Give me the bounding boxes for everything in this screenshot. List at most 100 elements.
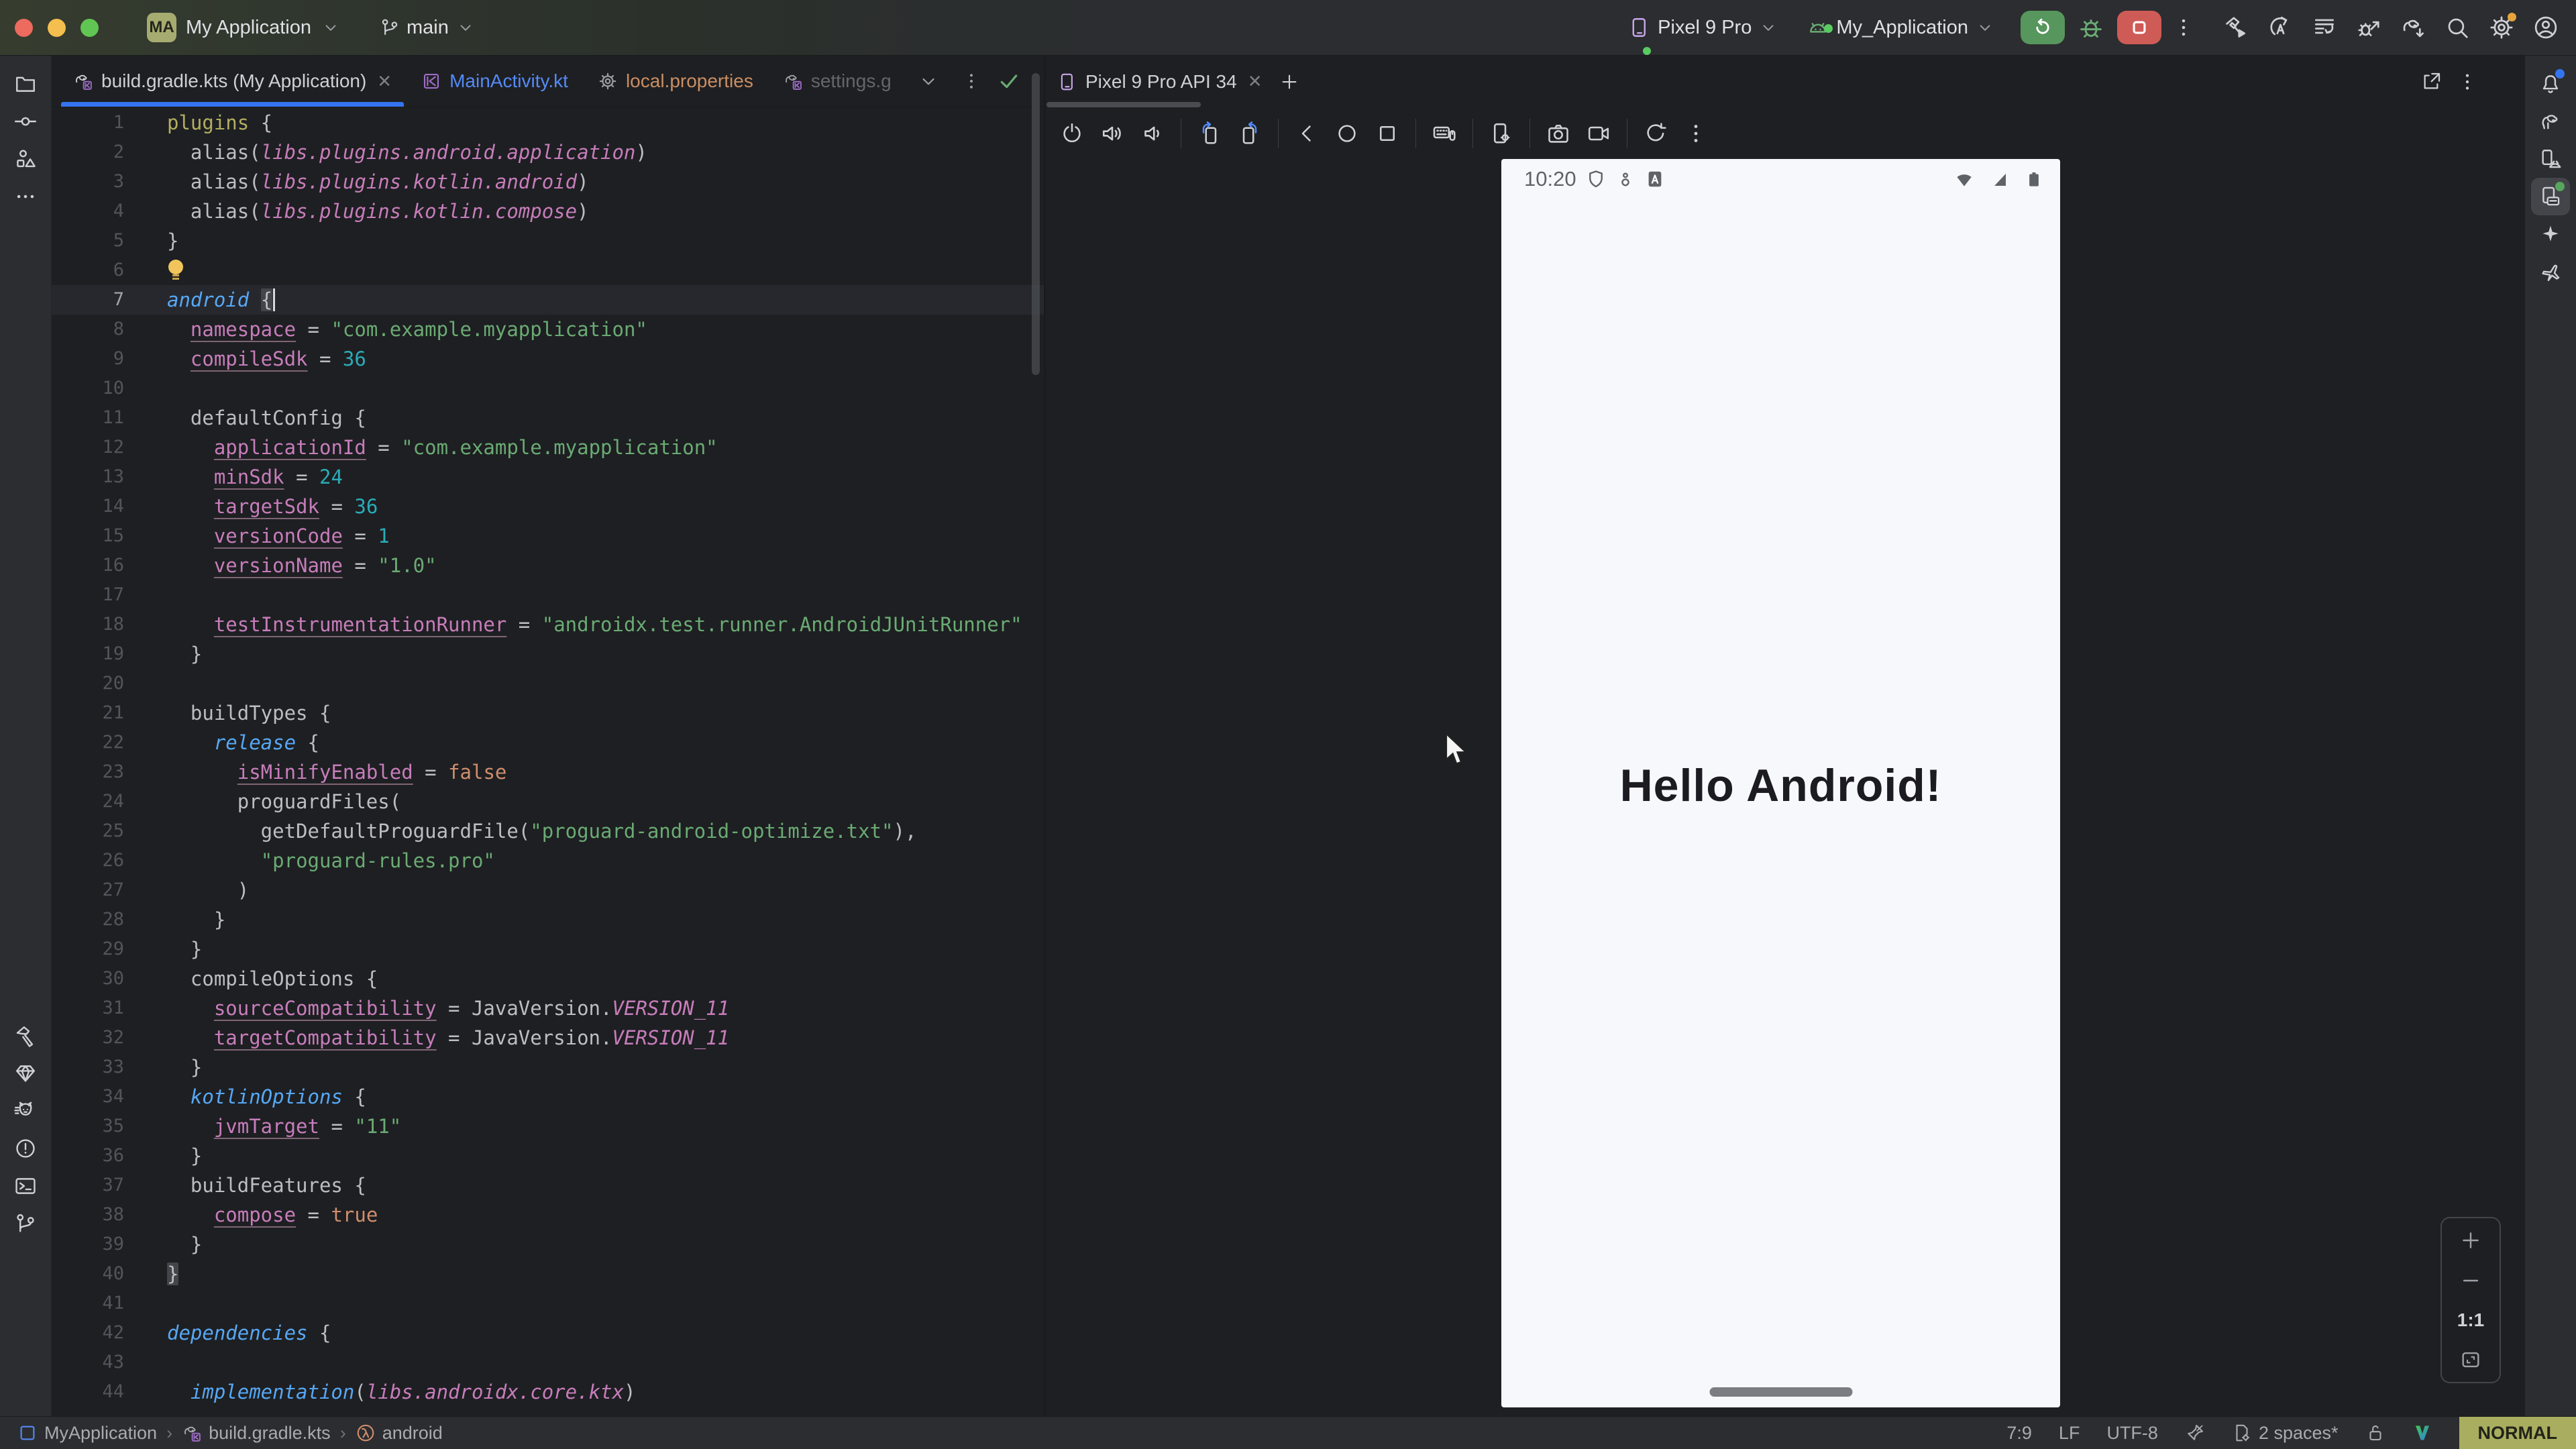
tool-window-problems[interactable]	[6, 1130, 45, 1167]
code-line-27[interactable]: 27 )	[52, 875, 1044, 905]
code-line-18[interactable]: 18 testInstrumentationRunner = "androidx…	[52, 610, 1044, 639]
hidden-tabs-chevron-icon[interactable]	[912, 71, 945, 91]
settings-button[interactable]	[2489, 15, 2514, 40]
code-line-42[interactable]: 42dependencies {	[52, 1318, 1044, 1348]
stop-button[interactable]	[2117, 11, 2161, 44]
editor-tab-build.gradle.kts[interactable]: build.gradle.kts (My Application)✕	[58, 56, 407, 107]
code-line-30[interactable]: 30 compileOptions {	[52, 964, 1044, 994]
run-kebab-menu[interactable]	[2172, 16, 2195, 39]
window-minimize-button[interactable]	[48, 19, 66, 37]
code-line-23[interactable]: 23 isMinifyEnabled = false	[52, 757, 1044, 787]
kebab-icon[interactable]	[2457, 71, 2478, 93]
account-button[interactable]	[2533, 15, 2559, 40]
emulator-screen[interactable]: 10:20 Hello Android!	[1501, 159, 2060, 1407]
run-config-selector[interactable]: My_Application	[1807, 16, 1994, 39]
code-editor[interactable]: 1plugins {2 alias(libs.plugins.android.a…	[52, 108, 1044, 1417]
tool-window-notifications[interactable]	[2531, 65, 2570, 103]
code-line-6[interactable]: 6	[52, 256, 1044, 285]
fit-to-window-button[interactable]	[2459, 1348, 2482, 1371]
tool-window-assistant[interactable]	[2531, 253, 2570, 290]
code-line-12[interactable]: 12 applicationId = "com.example.myapplic…	[52, 433, 1044, 462]
code-line-24[interactable]: 24 proguardFiles(	[52, 787, 1044, 816]
code-line-2[interactable]: 2 alias(libs.plugins.android.application…	[52, 138, 1044, 167]
code-line-36[interactable]: 36 }	[52, 1141, 1044, 1171]
code-line-35[interactable]: 35 jvmTarget = "11"	[52, 1112, 1044, 1141]
caret-position[interactable]: 7:9	[2006, 1423, 2032, 1444]
code-line-4[interactable]: 4 alias(libs.plugins.kotlin.compose)	[52, 197, 1044, 226]
volume-up-button[interactable]	[1095, 116, 1130, 151]
code-line-20[interactable]: 20	[52, 669, 1044, 698]
window-zoom-button[interactable]	[80, 19, 99, 37]
minimize-icon[interactable]	[2493, 71, 2514, 93]
code-line-22[interactable]: 22 release {	[52, 728, 1044, 757]
apply-changes-button[interactable]	[2267, 15, 2293, 40]
apply-code-changes-button[interactable]	[2312, 15, 2337, 40]
home-button[interactable]	[1330, 116, 1364, 151]
ideavim-icon[interactable]	[2412, 1423, 2432, 1443]
file-encoding[interactable]: UTF-8	[2106, 1423, 2158, 1444]
zoom-ratio-button[interactable]: 1:1	[2457, 1309, 2484, 1331]
rerun-button[interactable]	[2021, 11, 2065, 44]
tab-scroll-indicator[interactable]	[1046, 102, 1201, 107]
code-line-28[interactable]: 28 }	[52, 905, 1044, 934]
code-line-15[interactable]: 15 versionCode = 1	[52, 521, 1044, 551]
code-line-25[interactable]: 25 getDefaultProguardFile("proguard-andr…	[52, 816, 1044, 846]
code-line-29[interactable]: 29 }	[52, 934, 1044, 964]
code-line-41[interactable]: 41	[52, 1289, 1044, 1318]
code-line-38[interactable]: 38 compose = true	[52, 1200, 1044, 1230]
overview-button[interactable]	[1370, 116, 1405, 151]
editor-tab-settings.g[interactable]: settings.g	[768, 56, 906, 107]
tool-window-project[interactable]	[6, 65, 45, 103]
back-button[interactable]	[1289, 116, 1324, 151]
breadcrumb-build.gradle.kts[interactable]: build.gradle.kts	[182, 1423, 331, 1444]
code-line-33[interactable]: 33 }	[52, 1053, 1044, 1082]
tool-window-device-manager[interactable]	[2531, 140, 2570, 178]
screenshot-button[interactable]	[1541, 116, 1576, 151]
intention-bulb-icon[interactable]	[167, 260, 184, 282]
zoom-out-button[interactable]	[2459, 1269, 2482, 1292]
code-line-13[interactable]: 13 minSdk = 24	[52, 462, 1044, 492]
search-button[interactable]	[2445, 15, 2470, 40]
tool-window-commit[interactable]	[6, 103, 45, 140]
kebab-button[interactable]	[1678, 116, 1713, 151]
tool-window-running-devices[interactable]	[2531, 178, 2570, 215]
code-line-34[interactable]: 34 kotlinOptions {	[52, 1082, 1044, 1112]
tool-window-app-quality-insights[interactable]	[6, 1055, 45, 1092]
rotate-right-button[interactable]	[1232, 116, 1267, 151]
code-line-43[interactable]: 43	[52, 1348, 1044, 1377]
device-settings-button[interactable]	[1484, 116, 1519, 151]
power-button[interactable]	[1055, 116, 1089, 151]
attach-debugger-button[interactable]	[2356, 15, 2381, 40]
code-line-9[interactable]: 9 compileSdk = 36	[52, 344, 1044, 374]
code-line-21[interactable]: 21 buildTypes {	[52, 698, 1044, 728]
indent-config[interactable]: 2 spaces*	[2232, 1423, 2339, 1444]
add-device-tab-button[interactable]	[1279, 72, 1299, 92]
code-line-40[interactable]: 40}	[52, 1259, 1044, 1289]
tool-window-terminal[interactable]	[6, 1167, 45, 1205]
tool-window-structure[interactable]	[6, 140, 45, 178]
highlighting-level-icon[interactable]	[2185, 1423, 2205, 1443]
breadcrumb-MyApplication[interactable]: MyApplication	[17, 1423, 157, 1444]
code-line-31[interactable]: 31 sourceCompatibility = JavaVersion.VER…	[52, 994, 1044, 1023]
code-line-14[interactable]: 14 targetSdk = 36	[52, 492, 1044, 521]
breadcrumb-android[interactable]: android	[356, 1423, 443, 1444]
code-line-7[interactable]: 7android {	[52, 285, 1044, 315]
soft-keyboard-button[interactable]	[1427, 116, 1462, 151]
volume-down-button[interactable]	[1135, 116, 1170, 151]
editor-scrollbar[interactable]	[1032, 73, 1040, 375]
code-line-11[interactable]: 11 defaultConfig {	[52, 403, 1044, 433]
window-close-button[interactable]	[15, 19, 33, 37]
vim-mode-badge[interactable]: NORMAL	[2459, 1417, 2576, 1449]
zoom-in-button[interactable]	[2459, 1229, 2482, 1252]
device-tab[interactable]: Pixel 9 Pro API 34 ✕	[1057, 71, 1262, 93]
snapshot-reset-button[interactable]	[1638, 116, 1673, 151]
line-separator[interactable]: LF	[2059, 1423, 2080, 1444]
build-hammer-button[interactable]	[2223, 15, 2249, 40]
readonly-toggle-icon[interactable]	[2365, 1423, 2385, 1443]
tool-window-gemini[interactable]	[2531, 215, 2570, 253]
debug-button[interactable]	[2077, 13, 2105, 42]
editor-tab-MainActivity.kt[interactable]: MainActivity.kt	[407, 56, 583, 107]
rotate-left-button[interactable]	[1192, 116, 1227, 151]
code-line-44[interactable]: 44 implementation(libs.androidx.core.ktx…	[52, 1377, 1044, 1407]
code-line-39[interactable]: 39 }	[52, 1230, 1044, 1259]
